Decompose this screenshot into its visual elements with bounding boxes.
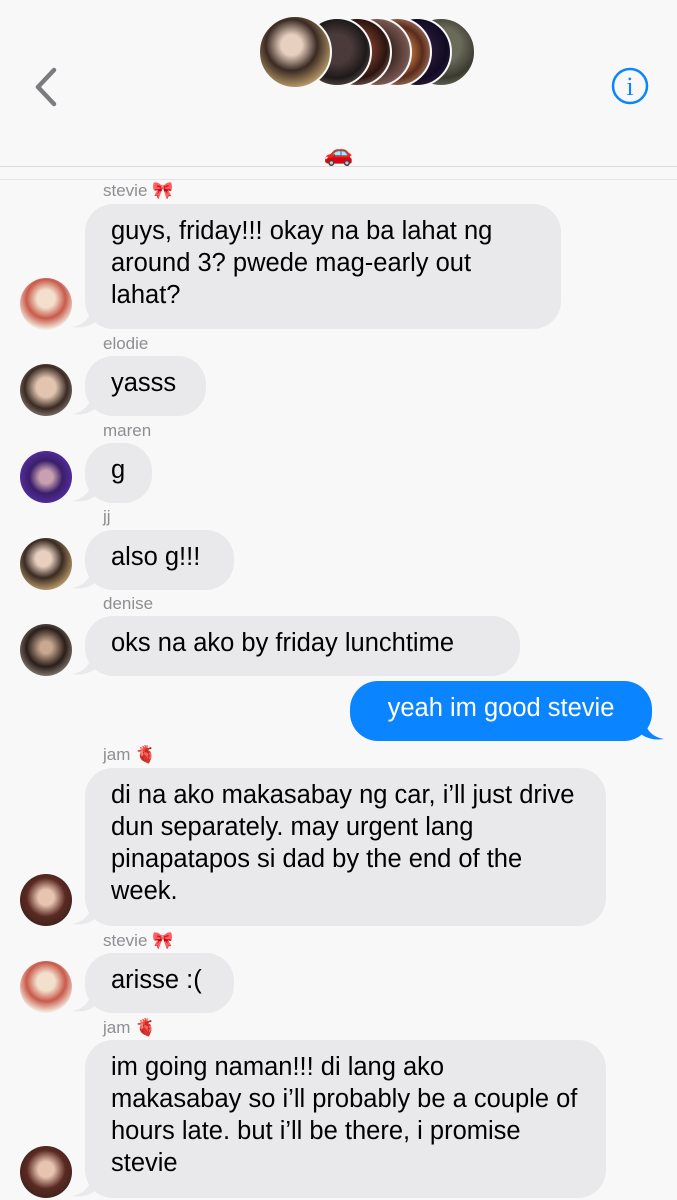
message-bubble[interactable]: di na ako makasabay ng car, i’ll just dr… [85, 768, 606, 926]
bubble-tail [72, 650, 100, 675]
divider [0, 179, 677, 180]
svg-text:i: i [626, 72, 633, 101]
bubble-tail [72, 477, 100, 502]
bubble-tail [72, 900, 100, 925]
info-icon[interactable]: i [611, 67, 649, 105]
sender-name: jam 🫀 [103, 1018, 157, 1037]
bubble-tail [636, 715, 664, 740]
avatar-stevie[interactable] [20, 961, 72, 1013]
sender-name: maren [103, 421, 152, 440]
back-chevron-icon[interactable] [30, 62, 64, 112]
sender-name: denise [103, 594, 154, 613]
avatar-maren[interactable] [20, 451, 72, 503]
group-avatar-stack[interactable] [258, 15, 476, 89]
sender-name: stevie 🎀 [103, 931, 174, 950]
avatar-jam[interactable] [20, 874, 72, 926]
bubble-tail [72, 987, 100, 1012]
message-bubble[interactable]: also g!!! [85, 530, 234, 590]
group-member-avatar [258, 15, 332, 89]
sender-name: jj [103, 507, 111, 526]
avatar-jj[interactable] [20, 538, 72, 590]
avatar-stevie[interactable] [20, 278, 72, 330]
message-bubble[interactable]: oks na ako by friday lunchtime [85, 616, 520, 676]
sender-name: elodie [103, 334, 149, 353]
bubble-tail [72, 390, 100, 415]
avatar-elodie[interactable] [20, 364, 72, 416]
message-bubble[interactable]: im going naman!!! di lang ako makasabay … [85, 1040, 606, 1198]
outgoing-message-bubble[interactable]: yeah im good stevie [350, 681, 652, 741]
sender-name: jam 🫀 [103, 745, 157, 764]
message-bubble[interactable]: guys, friday!!! okay na ba lahat ng arou… [85, 204, 561, 329]
group-name[interactable]: 🚗 [0, 140, 677, 168]
avatar-jam[interactable] [20, 1146, 72, 1198]
bubble-tail [72, 1172, 100, 1197]
message-bubble[interactable]: yasss [85, 356, 206, 416]
conversation-header: i 🚗 [0, 0, 677, 167]
avatar-denise[interactable] [20, 624, 72, 676]
bubble-tail [72, 303, 100, 328]
bubble-tail [72, 564, 100, 589]
sender-name: stevie 🎀 [103, 181, 174, 200]
message-bubble[interactable]: arisse :( [85, 953, 234, 1013]
